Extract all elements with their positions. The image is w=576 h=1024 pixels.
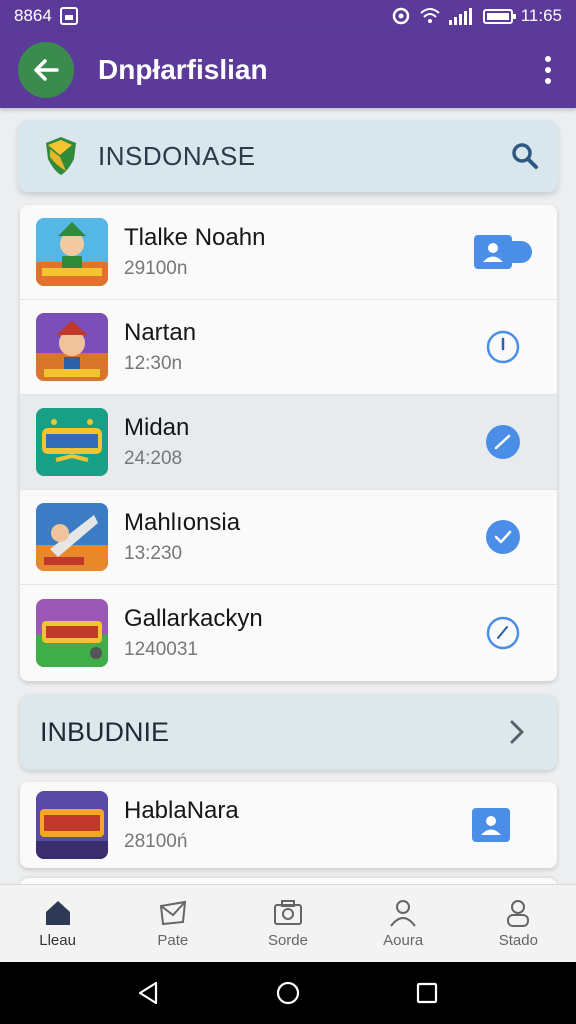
section-header[interactable]: INBUDNIE <box>20 694 557 770</box>
search-text: INSDONASE <box>98 140 256 171</box>
camera-icon <box>273 900 302 925</box>
nav-item-home[interactable]: Lleau <box>8 898 108 949</box>
contact-card-icon <box>474 235 532 269</box>
item-subtitle: 12:30n <box>124 353 183 374</box>
status-button[interactable] <box>471 517 535 557</box>
app-bar: Dnpłarfislian <box>0 32 576 108</box>
nav-label: Pate <box>157 932 189 949</box>
nav-item-sorde[interactable]: Sorde <box>238 898 338 949</box>
list-item[interactable]: Gallarkackyn 1240031 <box>20 585 557 680</box>
game-thumbnail <box>36 598 108 667</box>
wifi-icon <box>420 8 440 23</box>
arrow-left-icon <box>34 59 59 81</box>
section-title: INBUDNIE <box>40 716 170 747</box>
shield-logo-icon <box>46 137 76 175</box>
item-subtitle: 13:230 <box>124 543 183 564</box>
game-thumbnail <box>36 218 108 286</box>
item-subtitle: 24:208 <box>124 448 183 469</box>
item-title: HablaNara <box>124 797 239 824</box>
nav-label: Lleau <box>39 932 76 949</box>
system-recents-icon[interactable] <box>414 980 440 1006</box>
system-navigation-bar <box>0 962 576 1024</box>
search-icon[interactable] <box>510 141 540 171</box>
nav-label: Aoura <box>383 932 424 949</box>
back-button[interactable] <box>18 42 74 98</box>
alarm-icon <box>392 7 409 25</box>
mail-icon <box>159 900 186 926</box>
status-time: 11:65 <box>520 6 562 25</box>
item-title: Mahlıonsia <box>124 509 241 536</box>
image-notification-icon <box>59 7 78 25</box>
list-item[interactable]: Mahlıonsia 13:230 <box>20 490 557 585</box>
status-left-text: 8864 <box>14 6 52 25</box>
contact-card-button[interactable] <box>471 232 535 272</box>
game-thumbnail <box>36 408 108 476</box>
contact-card-icon[interactable] <box>471 807 511 843</box>
search-bar[interactable]: INSDONASE <box>18 120 558 192</box>
nav-item-pate[interactable]: Pate <box>123 898 223 949</box>
system-back-icon[interactable] <box>136 980 162 1006</box>
page-title: Dnpłarfislian <box>98 54 268 85</box>
status-button[interactable] <box>471 613 535 653</box>
list-item[interactable]: Midan 24:208 <box>20 395 557 490</box>
more-options-button[interactable] <box>538 56 558 84</box>
status-button[interactable] <box>471 327 535 367</box>
signal-icon <box>448 8 472 25</box>
check-circle-icon <box>486 520 520 554</box>
home-icon <box>45 901 70 925</box>
chevron-right-icon <box>510 720 524 744</box>
check-circle-icon <box>486 425 520 459</box>
status-button[interactable] <box>471 422 535 462</box>
game-thumbnail <box>36 791 108 859</box>
nav-item-stado[interactable]: Stado <box>468 898 568 949</box>
list-item[interactable]: HablaNara 28100ń <box>20 782 557 868</box>
game-thumbnail <box>36 313 108 381</box>
item-subtitle: 1240031 <box>124 638 198 660</box>
game-thumbnail <box>36 503 108 571</box>
nav-item-aoura[interactable]: Aoura <box>353 898 453 949</box>
item-title: Nartan <box>124 319 197 346</box>
list-item[interactable]: Nartan 12:30n <box>20 300 557 395</box>
person-icon <box>390 900 416 927</box>
clock-outline-icon <box>486 616 520 649</box>
clock-outline-icon <box>486 330 520 364</box>
battery-icon <box>482 8 516 24</box>
nav-label: Sorde <box>267 932 308 949</box>
item-subtitle: 29100n <box>124 258 188 279</box>
nav-label: Stado <box>498 932 538 949</box>
bottom-navigation: Lleau Pate Sorde Aoura Stado <box>0 884 576 962</box>
app-list: Tlalke Noahn 29100n Nartan 12:30n Midan … <box>20 205 557 681</box>
system-home-icon[interactable] <box>275 980 301 1006</box>
status-bar: 8864 11:65 <box>0 0 576 32</box>
list-item[interactable]: Tlalke Noahn 29100n <box>20 205 557 300</box>
item-title: Gallarkackyn <box>124 604 263 632</box>
profile-icon <box>507 900 530 927</box>
item-title: Tlalke Noahn <box>124 224 266 251</box>
item-subtitle: 28100ń <box>124 831 188 852</box>
item-title: Midan <box>124 414 190 441</box>
